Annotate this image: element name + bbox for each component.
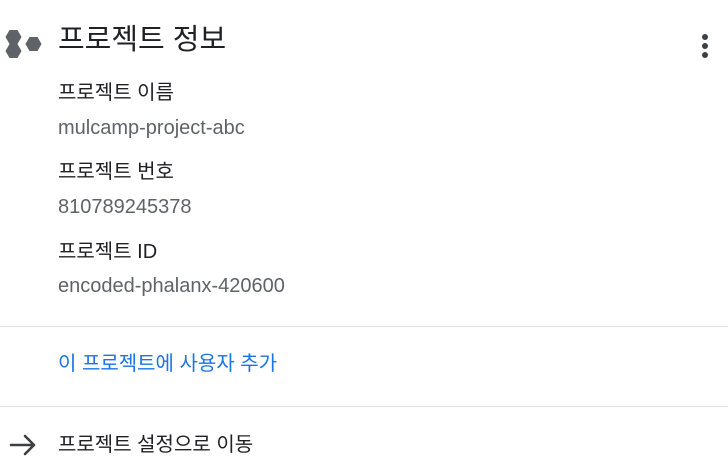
- divider: [0, 326, 728, 327]
- project-name-label: 프로젝트 이름: [58, 82, 174, 104]
- project-name-value: mulcamp-project-abc: [58, 117, 245, 139]
- project-hexagons-icon: [5, 30, 42, 58]
- divider: [0, 406, 728, 407]
- arrow-right-icon: [9, 434, 36, 456]
- project-number-value: 810789245378: [58, 196, 192, 218]
- project-number-label: 프로젝트 번호: [58, 161, 174, 183]
- project-info-card: 프로젝트 정보 프로젝트 이름 mulcamp-project-abc 프로젝트…: [0, 0, 728, 472]
- card-title: 프로젝트 정보: [58, 24, 227, 56]
- project-id-value: encoded-phalanx-420600: [58, 275, 285, 297]
- more-options-button[interactable]: [690, 28, 722, 64]
- card-header: 프로젝트 정보: [0, 0, 728, 80]
- add-user-link[interactable]: 이 프로젝트에 사용자 추가: [58, 350, 277, 378]
- go-to-settings-link[interactable]: 프로젝트 설정으로 이동: [0, 408, 728, 472]
- go-to-settings-label: 프로젝트 설정으로 이동: [58, 434, 254, 456]
- project-id-label: 프로젝트 ID: [58, 241, 158, 263]
